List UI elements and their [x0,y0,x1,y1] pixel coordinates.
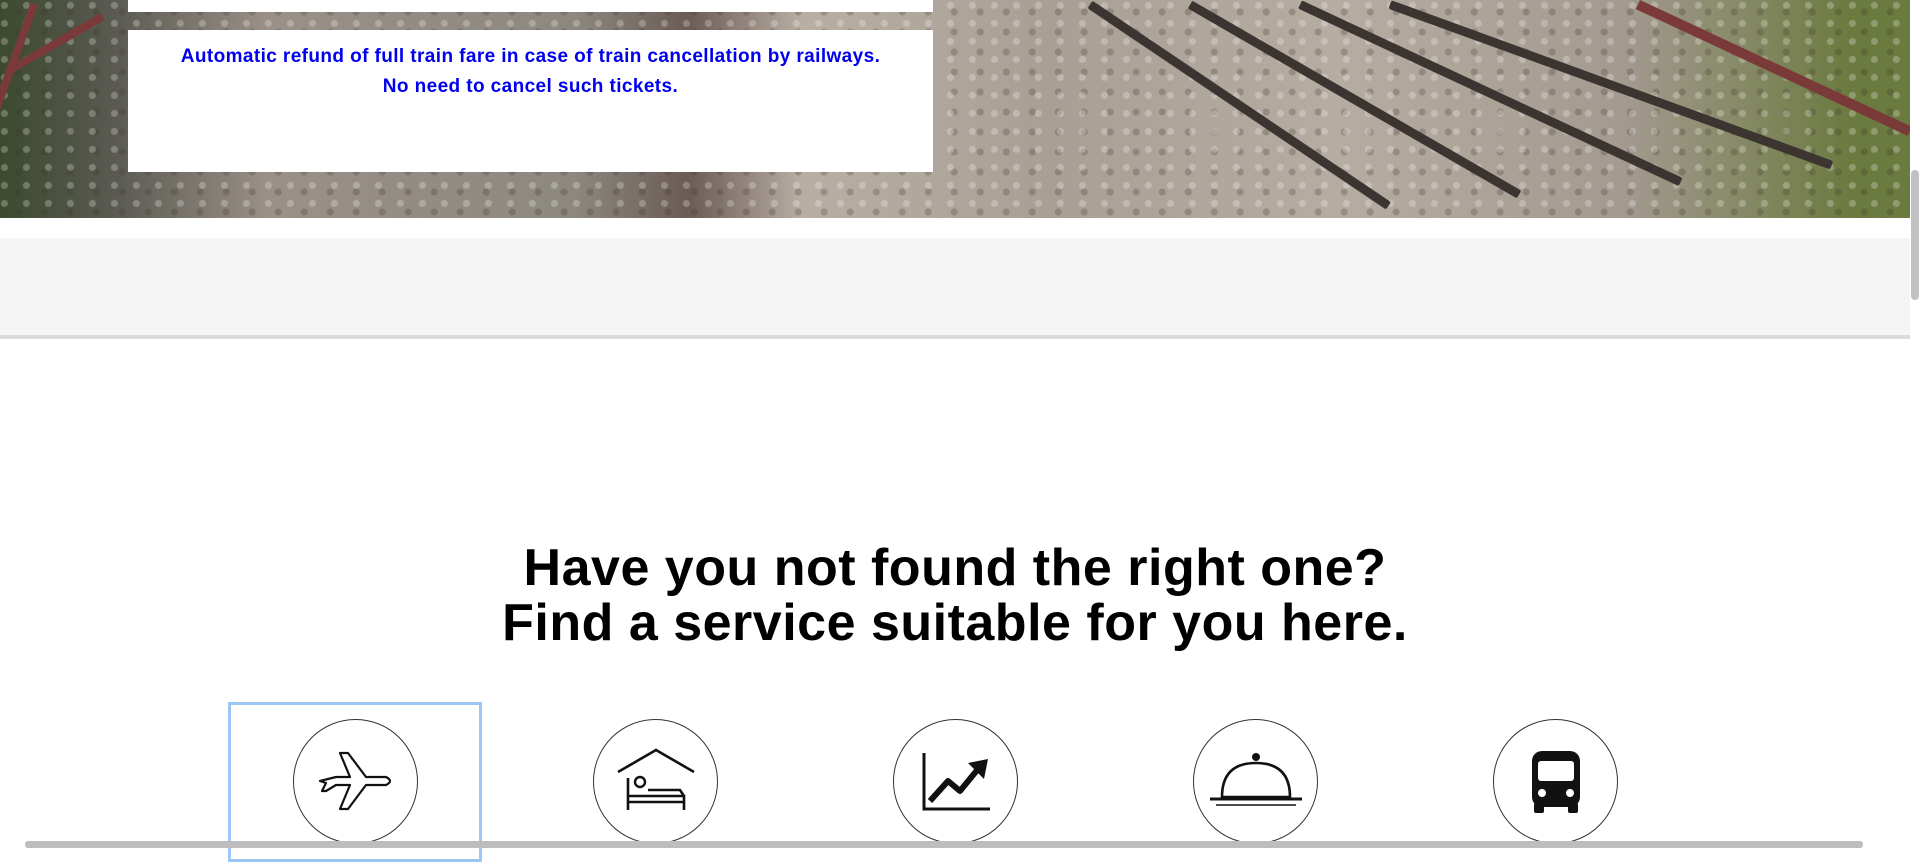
service-bus[interactable] [1493,719,1618,844]
food-cloche-icon [1209,752,1302,806]
refund-notice: Automatic refund of full train fare in c… [128,30,933,172]
trend-chart-icon [922,752,990,810]
service-food[interactable] [1193,719,1318,844]
vertical-scrollbar[interactable] [1910,0,1920,848]
refund-notice-line1: Automatic refund of full train fare in c… [180,46,881,67]
horizontal-scrollbar[interactable] [25,841,1863,848]
services-heading-line2: Find a service suitable for you here. [502,594,1408,652]
service-trending[interactable] [893,719,1018,844]
bus-icon [1531,750,1580,813]
notice-box-top [128,0,933,12]
vertical-scrollbar-thumb[interactable] [1911,170,1919,300]
airplane-icon [318,751,391,810]
refund-notice-line2: No need to cancel such tickets. [382,76,679,97]
grey-band [0,238,1910,339]
service-flights[interactable] [293,719,418,844]
service-hotels[interactable] [593,719,718,844]
hotel-bed-icon [616,747,695,810]
services-heading-line1: Have you not found the right one? [523,539,1387,597]
